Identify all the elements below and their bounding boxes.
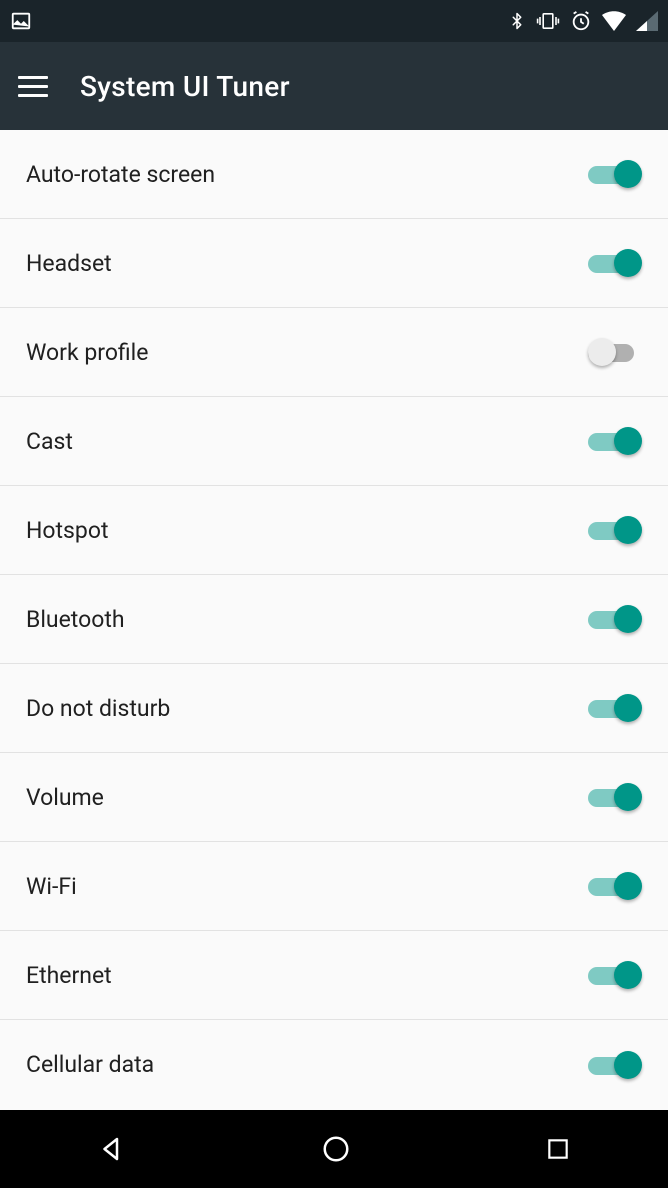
toggle-cast[interactable] xyxy=(588,425,642,457)
setting-row-ethernet[interactable]: Ethernet xyxy=(0,931,668,1020)
recents-icon[interactable] xyxy=(545,1136,571,1162)
toggle-cellular[interactable] xyxy=(588,1049,642,1081)
setting-label: Cellular data xyxy=(26,1051,154,1078)
wifi-icon xyxy=(602,11,626,31)
setting-row-bluetooth[interactable]: Bluetooth xyxy=(0,575,668,664)
setting-label: Auto-rotate screen xyxy=(26,161,215,188)
home-icon[interactable] xyxy=(321,1134,351,1164)
back-icon[interactable] xyxy=(97,1134,127,1164)
setting-label: Volume xyxy=(26,784,104,811)
settings-list: Auto-rotate screen Headset Work profile Cas… xyxy=(0,130,668,1110)
setting-row-volume[interactable]: Volume xyxy=(0,753,668,842)
menu-icon[interactable] xyxy=(18,76,48,97)
toggle-hotspot[interactable] xyxy=(588,514,642,546)
status-bar xyxy=(0,0,668,42)
image-icon xyxy=(10,10,32,32)
toggle-volume[interactable] xyxy=(588,781,642,813)
toggle-wifi[interactable] xyxy=(588,870,642,902)
setting-label: Wi-Fi xyxy=(26,873,77,900)
toggle-bluetooth[interactable] xyxy=(588,603,642,635)
setting-label: Ethernet xyxy=(26,962,112,989)
vibrate-icon xyxy=(536,10,560,32)
setting-row-wifi[interactable]: Wi-Fi xyxy=(0,842,668,931)
setting-label: Cast xyxy=(26,428,73,455)
app-bar: System UI Tuner xyxy=(0,42,668,130)
setting-row-headset[interactable]: Headset xyxy=(0,219,668,308)
setting-row-work-profile[interactable]: Work profile xyxy=(0,308,668,397)
setting-label: Do not disturb xyxy=(26,695,170,722)
signal-icon xyxy=(636,11,658,31)
toggle-work-profile[interactable] xyxy=(588,336,642,368)
bluetooth-icon xyxy=(508,10,526,32)
navigation-bar xyxy=(0,1110,668,1188)
setting-label: Headset xyxy=(26,250,112,277)
setting-row-cast[interactable]: Cast xyxy=(0,397,668,486)
toggle-ethernet[interactable] xyxy=(588,959,642,991)
status-right xyxy=(508,10,658,32)
setting-row-cellular[interactable]: Cellular data xyxy=(0,1020,668,1109)
status-left xyxy=(10,10,32,32)
setting-label: Bluetooth xyxy=(26,606,125,633)
setting-row-hotspot[interactable]: Hotspot xyxy=(0,486,668,575)
setting-label: Hotspot xyxy=(26,517,108,544)
setting-row-dnd[interactable]: Do not disturb xyxy=(0,664,668,753)
toggle-auto-rotate[interactable] xyxy=(588,158,642,190)
alarm-icon xyxy=(570,10,592,32)
toggle-headset[interactable] xyxy=(588,247,642,279)
setting-row-auto-rotate[interactable]: Auto-rotate screen xyxy=(0,130,668,219)
page-title: System UI Tuner xyxy=(80,70,290,103)
setting-label: Work profile xyxy=(26,339,148,366)
toggle-dnd[interactable] xyxy=(588,692,642,724)
